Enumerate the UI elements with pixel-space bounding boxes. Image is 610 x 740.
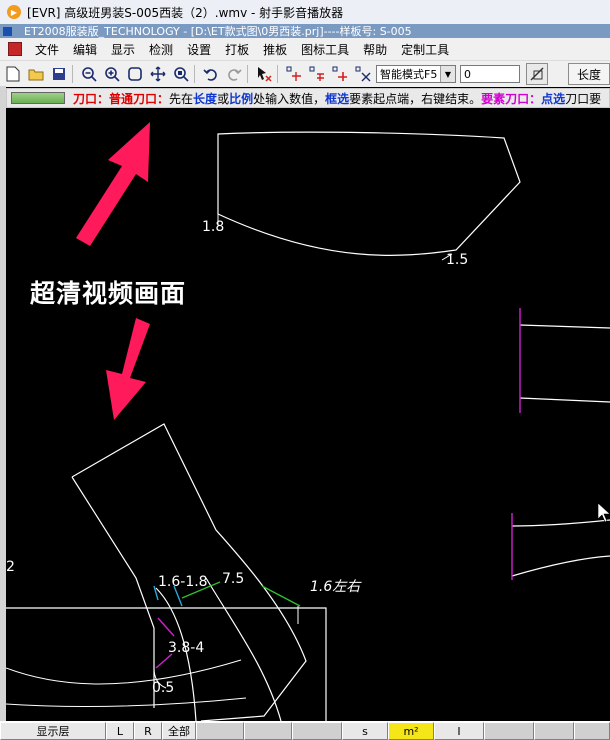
notch-mark-magenta <box>157 617 175 637</box>
status-cell <box>534 722 574 740</box>
r-button[interactable]: R <box>134 722 162 740</box>
toolbar-separator <box>72 65 73 83</box>
redo-icon[interactable] <box>224 64 244 84</box>
lapel-curve[interactable] <box>205 577 282 721</box>
chevron-down-icon[interactable]: ▼ <box>440 66 455 82</box>
measure-tool-icon[interactable] <box>526 63 548 85</box>
l-button[interactable]: L <box>106 722 134 740</box>
app-title-bar: ET2008服装版_TECHNOLOGY - [D:\ET款式图\0男西装.pr… <box>0 24 610 38</box>
toolbar-separator <box>277 65 278 83</box>
measurement-label: 1.5 <box>446 252 469 268</box>
player-title: [EVR] 高级班男装S-005西装（2）.wmv - 射手影音播放器 <box>27 5 344 20</box>
menu-icon-tools[interactable]: 图标工具 <box>294 41 356 58</box>
app-title: ET2008服装版_TECHNOLOGY - [D:\ET款式图\0男西装.pr… <box>24 25 412 38</box>
status-bar: 显示层 L R 全部 s m² I <box>0 721 610 740</box>
player-title-bar: ▶ [EVR] 高级班男装S-005西装（2）.wmv - 射手影音播放器 <box>0 0 610 25</box>
menu-grading[interactable]: 推板 <box>256 41 294 58</box>
app-logo-icon <box>3 26 12 36</box>
measurement-label: 1.6左右 <box>310 579 361 595</box>
display-layer-button[interactable]: 显示层 <box>0 722 106 740</box>
mode-select[interactable]: 智能模式F5 ▼ <box>376 65 456 83</box>
status-i-label: I <box>434 722 484 740</box>
point-move-icon[interactable] <box>284 64 304 84</box>
notch-mark-green <box>261 585 301 607</box>
right-piece-outline[interactable] <box>519 324 610 403</box>
status-cell <box>292 722 342 740</box>
hint-length: 长度 <box>193 91 218 106</box>
open-folder-icon[interactable] <box>26 64 46 84</box>
measurement-label: 2 <box>6 559 15 575</box>
undo-icon[interactable] <box>201 64 221 84</box>
menu-view[interactable]: 显示 <box>104 41 142 58</box>
status-s-label: s <box>342 722 388 740</box>
hint-ratio: 比例 <box>229 91 254 106</box>
zoom-in-icon[interactable] <box>102 64 122 84</box>
point-edit-icon[interactable] <box>307 64 327 84</box>
select-pointer-icon[interactable] <box>254 64 274 84</box>
arrow-up-overlay-icon <box>76 122 150 246</box>
measurement-label: 1.6-1.8 <box>158 574 208 590</box>
measurement-label: 3.8-4 <box>168 640 205 656</box>
value-input-text: 0 <box>464 67 471 81</box>
save-icon[interactable] <box>49 64 69 84</box>
measurement-label: 7.5 <box>222 571 245 587</box>
ruler-icon <box>11 92 65 104</box>
hint-seg: 要素起点端，右键结束。 <box>349 91 482 106</box>
menu-help[interactable]: 帮助 <box>356 41 394 58</box>
menu-check[interactable]: 检测 <box>142 41 180 58</box>
hint-normal-notch: 普通刀口： <box>109 91 170 106</box>
hint-text: 刀口：普通刀口：先在长度或比例处输入数值，框选要素起点端，右键结束。要素刀口：点… <box>73 90 601 107</box>
notch-mark-magenta <box>155 653 173 669</box>
menu-file[interactable]: 文件 <box>28 41 66 58</box>
right-curve-outline[interactable] <box>511 519 610 577</box>
menu-bar: 文件 编辑 显示 检测 设置 打板 推板 图标工具 帮助 定制工具 <box>0 38 610 60</box>
zoom-out-icon[interactable] <box>79 64 99 84</box>
status-cell <box>244 722 292 740</box>
pocket-piece-inner[interactable] <box>71 476 155 708</box>
hint-bar: 刀口：普通刀口：先在长度或比例处输入数值，框选要素起点端，右键结束。要素刀口：点… <box>6 88 610 108</box>
hint-point-select: 点选 <box>541 91 566 106</box>
toolbar-separator <box>194 65 195 83</box>
status-cell <box>484 722 534 740</box>
point-delete-icon[interactable] <box>353 64 373 84</box>
status-area-label: m² <box>388 722 434 740</box>
all-button[interactable]: 全部 <box>162 722 196 740</box>
status-cell <box>196 722 244 740</box>
zoom-region-icon[interactable] <box>171 64 191 84</box>
point-add-icon[interactable] <box>330 64 350 84</box>
player-logo-icon: ▶ <box>7 5 21 19</box>
measurement-label: 1.8 <box>202 219 225 235</box>
hem-curve[interactable] <box>6 659 247 707</box>
toolbar: 智能模式F5 ▼ 0 长度 <box>0 60 610 87</box>
value-input[interactable]: 0 <box>460 65 520 83</box>
hint-seg: 刀口要 <box>565 91 602 106</box>
document-icon[interactable] <box>8 42 22 56</box>
mouse-cursor-icon <box>597 502 610 523</box>
pan-icon[interactable] <box>148 64 168 84</box>
mode-select-value: 智能模式F5 <box>380 68 438 81</box>
status-cell <box>574 722 610 740</box>
fit-window-icon[interactable] <box>125 64 145 84</box>
hint-seg: 先在 <box>169 91 194 106</box>
menu-pattern[interactable]: 打板 <box>218 41 256 58</box>
hint-seg: 或 <box>217 91 230 106</box>
sleeve-piece-outline[interactable] <box>217 131 521 256</box>
pocket-piece-outline[interactable] <box>71 423 307 721</box>
menu-edit[interactable]: 编辑 <box>66 41 104 58</box>
hint-seg: 处输入数值， <box>253 91 326 106</box>
measurement-label: 0.5 <box>152 680 175 696</box>
hint-box-select: 框选 <box>325 91 350 106</box>
hint-notch-label: 刀口： <box>73 91 110 106</box>
arrow-down-overlay-icon <box>106 318 150 420</box>
toolbar-separator <box>247 65 248 83</box>
menu-custom-tools[interactable]: 定制工具 <box>394 41 456 58</box>
new-file-icon[interactable] <box>3 64 23 84</box>
overlay-caption: 超清视频画面 <box>30 279 187 308</box>
length-button[interactable]: 长度 <box>568 63 610 85</box>
hint-element-notch: 要素刀口： <box>481 91 542 106</box>
menu-settings[interactable]: 设置 <box>180 41 218 58</box>
